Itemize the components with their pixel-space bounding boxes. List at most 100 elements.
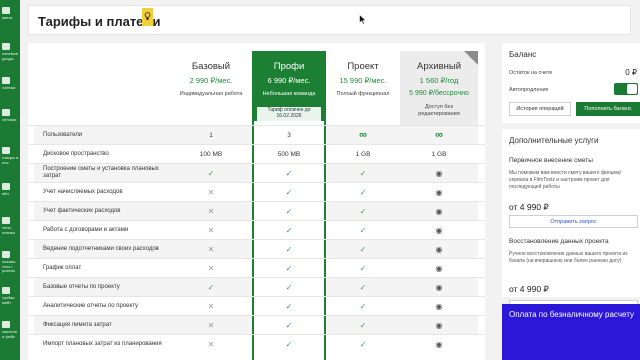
sidebar-item-reports[interactable]: четы, литика — [0, 214, 20, 240]
table-cell: 3 — [252, 126, 326, 144]
plan-price-perpetual: 5 990 ₽/бессрочно — [409, 90, 469, 97]
sidebar-item-accountables[interactable]: четчики — [0, 106, 20, 132]
sidebar-item-label: четчики — [2, 118, 17, 122]
table-cell: ✕ — [170, 259, 252, 277]
eye-icon[interactable]: ◉ — [436, 207, 443, 216]
service-price: от 4 990 ₽ — [509, 284, 549, 294]
sidebar-item-contracts[interactable]: говоры и кты — [0, 144, 20, 170]
send-request-button[interactable]: Отправить запрос — [509, 215, 638, 228]
autorenew-toggle[interactable] — [614, 83, 638, 95]
plan-description: Полный функционал — [336, 91, 390, 97]
cell-value: 500 MB — [277, 150, 301, 158]
table-cell: ✓ — [326, 335, 400, 353]
cross-icon: ✕ — [207, 244, 215, 254]
plan-archive: Архивный 1 560 ₽/год 5 990 ₽/бессрочно Д… — [400, 51, 478, 125]
check-icon: ✓ — [359, 206, 367, 216]
table-cell: ✓ — [252, 316, 326, 334]
users-icon — [2, 251, 10, 258]
eye-icon[interactable]: ◉ — [436, 264, 443, 273]
sidebar-item-label: сплевые дходы — [2, 52, 18, 61]
services-card: Дополнительные услуги Первичное внесение… — [502, 129, 640, 297]
sidebar-item-users[interactable]: льзова-тели / роекты — [0, 248, 20, 274]
sidebar-item-label: акета — [2, 16, 13, 20]
plan-name: Базовый — [191, 61, 231, 72]
table-cell: ◉ — [400, 335, 478, 353]
bank-transfer-text: Оплата по безналичному расчету — [509, 310, 634, 319]
pricing-table: Базовый 2 990 ₽/мес. Индивидуальная рабо… — [28, 43, 485, 360]
feature-name: Пользователи — [34, 126, 170, 144]
cross-icon: ✕ — [207, 339, 215, 349]
calendar-icon — [2, 43, 10, 50]
sidebar-item-calendar[interactable]: сплевые дходы — [0, 40, 20, 66]
check-icon: ✓ — [285, 301, 293, 311]
table-cell: ✓ — [252, 240, 326, 258]
table-row: Импорт плановых затрат из планирования ✕ ✓… — [28, 334, 485, 353]
sidebar-item-settings[interactable]: тройки мейт — [0, 284, 20, 310]
file-icon — [2, 183, 10, 190]
table-cell: ◉ — [400, 202, 478, 220]
table-cell: ✕ — [170, 221, 252, 239]
infinity-icon: ∞ — [359, 129, 367, 141]
check-icon: ✓ — [285, 282, 293, 292]
eye-icon[interactable]: ◉ — [436, 245, 443, 254]
feature-name: Аналитические отчеты по проекту — [43, 302, 139, 309]
check-icon: ✓ — [285, 187, 293, 197]
table-cell: ✓ — [170, 278, 252, 296]
eye-icon[interactable]: ◉ — [436, 188, 443, 197]
sidebar-item-file[interactable]: айл — [0, 180, 20, 206]
table-cell: ✕ — [170, 316, 252, 334]
table-cell: 100 MB — [170, 145, 252, 163]
cross-icon: ✕ — [207, 206, 215, 216]
feature-name: Ведение подотчетниками своих расходов — [34, 240, 170, 258]
table-cell: ∞ — [400, 126, 478, 144]
table-cell: ✓ — [252, 297, 326, 315]
table-row: Дисковое пространство 100 MB 500 MB 1 GB 1 G… — [28, 144, 485, 163]
cabinet-icon — [2, 7, 10, 14]
topup-button[interactable]: Пополнить баланс — [576, 102, 640, 116]
eye-icon[interactable]: ◉ — [436, 226, 443, 235]
table-cell: 1 GB — [326, 145, 400, 163]
plan-description: Небольшая команда — [262, 91, 316, 97]
plan-description: Доступ без редактирования — [418, 104, 460, 117]
table-row: Фиксация лимита затрат ✕ ✓ ✓ ◉ — [28, 315, 485, 334]
paid-until-text: Тариф оплачен до 16.02.2026 — [267, 107, 311, 119]
eye-icon[interactable]: ◉ — [436, 321, 443, 330]
balance-title: Баланс — [509, 50, 537, 59]
table-row: График оплат ✕ ✓ ✓ ◉ — [28, 258, 485, 277]
check-icon: ✓ — [285, 263, 293, 273]
table-cell: ✓ — [326, 221, 400, 239]
check-icon: ✓ — [359, 282, 367, 292]
eye-icon[interactable]: ◉ — [436, 340, 443, 349]
feature-name: График оплат — [43, 264, 82, 271]
check-icon: ✓ — [359, 225, 367, 235]
plan-price: 2 990 ₽/мес. — [189, 76, 233, 85]
sidebar-item-payments[interactable]: латежи — [0, 74, 20, 100]
history-button[interactable]: История операций — [509, 102, 571, 116]
table-cell: ◉ — [400, 183, 478, 201]
balance-value: 0 ₽ — [625, 68, 637, 77]
table-cell: ✓ — [326, 240, 400, 258]
eye-icon[interactable]: ◉ — [436, 283, 443, 292]
feature-name: Фиксация лимита затрат — [34, 316, 170, 334]
table-cell: 1 — [170, 126, 252, 144]
check-icon: ✓ — [285, 339, 293, 349]
plan-description: Индивидуальная работа — [179, 91, 243, 97]
balance-card: Баланс Остаток на счете 0 ₽ Автопродлени… — [502, 43, 640, 123]
table-cell: ✕ — [170, 297, 252, 315]
accountables-icon — [2, 109, 10, 116]
table-cell: ✓ — [252, 335, 326, 353]
check-icon: ✓ — [359, 320, 367, 330]
reports-icon — [2, 217, 10, 224]
sidebar-item-label: айл — [2, 192, 9, 196]
table-cell: ✕ — [170, 202, 252, 220]
infinity-icon: ∞ — [435, 129, 443, 141]
check-icon: ✓ — [207, 168, 215, 178]
eye-icon[interactable]: ◉ — [436, 302, 443, 311]
lightbulb-icon[interactable] — [142, 8, 153, 26]
bank-transfer-banner[interactable]: Оплата по безналичному расчету — [502, 304, 640, 360]
sidebar-item-cabinet[interactable]: акета — [0, 4, 20, 30]
check-icon: ✓ — [359, 301, 367, 311]
eye-icon[interactable]: ◉ — [436, 169, 443, 178]
sidebar-item-interface[interactable]: ователи и фейс — [0, 318, 20, 344]
feature-name: Импорт плановых затрат из планирования — [43, 340, 162, 347]
